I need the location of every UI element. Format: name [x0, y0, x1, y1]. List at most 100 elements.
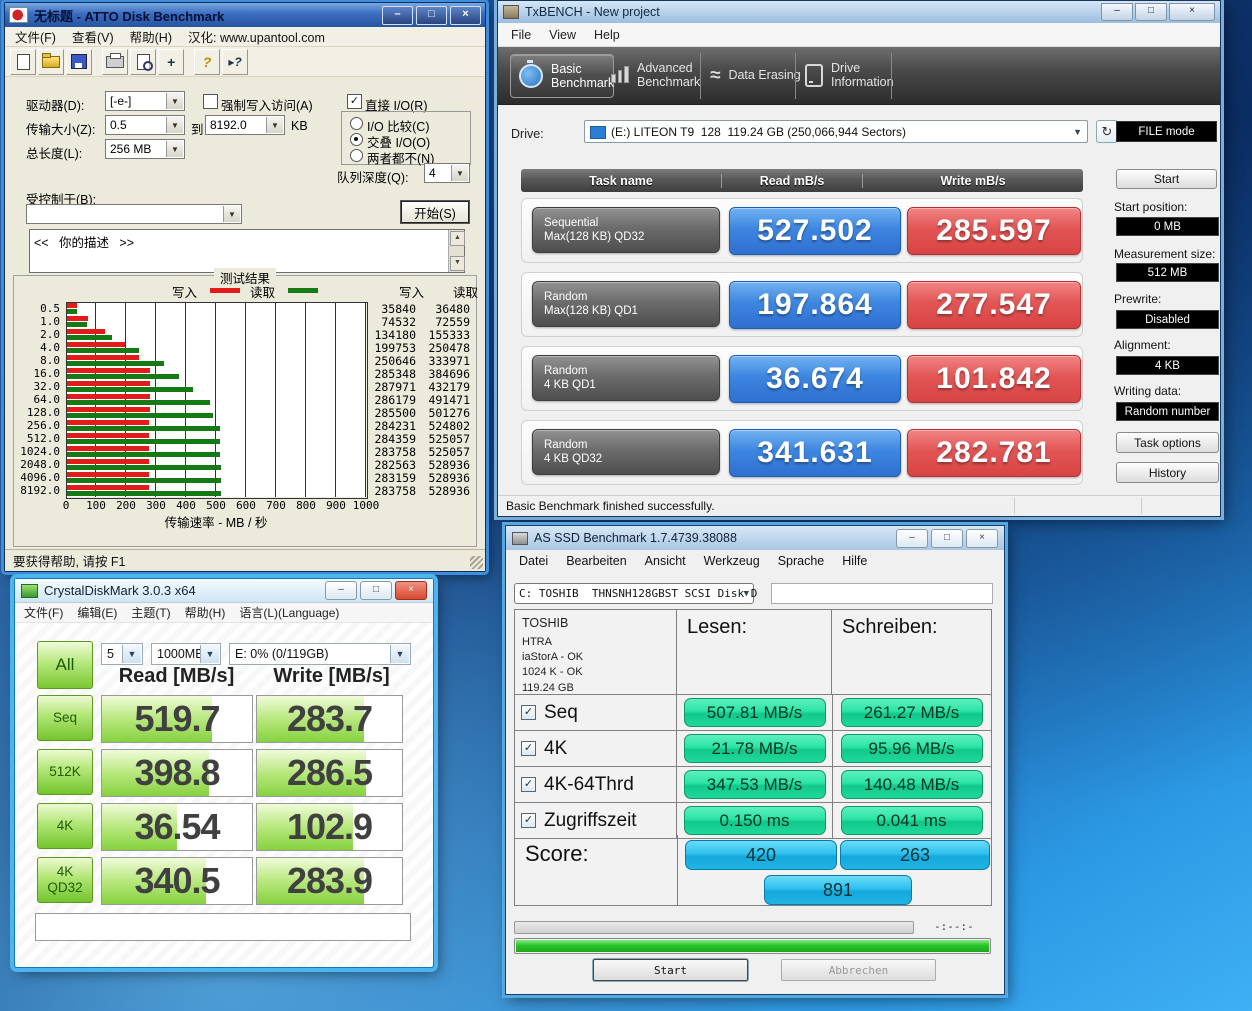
cdm-test-button[interactable]: Seq	[37, 695, 93, 741]
total-length-select[interactable]: 256 MB ▼	[105, 139, 185, 159]
dropdown-arrow-icon[interactable]: ▼	[266, 117, 283, 133]
run-count-select[interactable]: 5 ▼	[101, 643, 143, 665]
menu-werkzeug[interactable]: Werkzeug	[695, 554, 769, 568]
description-scrollbar[interactable]: ▲ ▼	[448, 230, 465, 272]
cdm-test-button[interactable]: 4K	[37, 803, 93, 849]
writing-data-box[interactable]: Random number	[1116, 402, 1219, 421]
checkbox-checked-icon[interactable]: ✓	[521, 813, 536, 828]
scroll-down-icon[interactable]: ▼	[450, 256, 465, 271]
start-button[interactable]: 开始(S)	[401, 201, 469, 223]
alignment-box[interactable]: 4 KB	[1116, 356, 1219, 375]
refresh-button[interactable]: ↻	[1096, 120, 1118, 143]
maximize-button[interactable]: □	[931, 528, 963, 548]
dropdown-arrow-icon[interactable]: ▼	[200, 645, 219, 663]
close-button[interactable]: ×	[450, 5, 481, 25]
cdm-test-button[interactable]: 512K	[37, 749, 93, 795]
menu-help[interactable]: Help	[585, 28, 629, 42]
save-button[interactable]	[66, 48, 92, 75]
dropdown-arrow-icon[interactable]: ▼	[166, 93, 183, 109]
tx-task-button[interactable]: Random 4 KB QD32	[532, 429, 720, 475]
help-button[interactable]: ?	[194, 48, 220, 75]
file-mode-box[interactable]: FILE mode	[1116, 121, 1217, 142]
queue-depth-select[interactable]: 4 ▼	[424, 163, 470, 183]
close-button[interactable]: ×	[966, 528, 998, 548]
context-help-button[interactable]: ▸?	[222, 48, 248, 75]
checkbox-checked-icon[interactable]: ✓	[521, 705, 536, 720]
dropdown-arrow-icon[interactable]: ▼	[1073, 127, 1082, 137]
as-ssd-title-bar[interactable]: AS SSD Benchmark 1.7.4739.38088 – □ ×	[506, 526, 1004, 550]
tab-data-erasing[interactable]: ≈ Data Erasing	[710, 54, 801, 96]
tx-task-button[interactable]: Random 4 KB QD1	[532, 355, 720, 401]
tx-task-button[interactable]: Random Max(128 KB) QD1	[532, 281, 720, 327]
menu-help[interactable]: 帮助(H)	[178, 604, 233, 621]
menu-hilfe[interactable]: Hilfe	[833, 554, 876, 568]
minimize-button[interactable]: –	[1101, 3, 1133, 21]
transfer-to-select[interactable]: 8192.0 ▼	[205, 115, 285, 135]
drive-select[interactable]: [-e-] ▼	[105, 91, 185, 111]
dropdown-arrow-icon[interactable]: ▼	[451, 165, 468, 181]
description-box[interactable]: << 你的描述 >>	[29, 229, 465, 273]
maximize-button[interactable]: □	[360, 581, 392, 600]
checkbox-checked-icon[interactable]: ✓	[521, 777, 536, 792]
neither-radio[interactable]	[350, 149, 363, 162]
close-button[interactable]: ×	[395, 581, 427, 600]
history-button[interactable]: History	[1116, 462, 1219, 483]
checkbox-checked-icon[interactable]: ✓	[521, 741, 536, 756]
tab-drive-information[interactable]: Drive Information	[805, 54, 894, 96]
menu-file[interactable]: File	[502, 28, 540, 42]
menu-bearbeiten[interactable]: Bearbeiten	[557, 554, 635, 568]
drive-select[interactable]: C: TOSHIB THNSNH128GBST SCSI Disk D ▼	[514, 583, 757, 604]
dropdown-arrow-icon[interactable]: ▼	[122, 645, 141, 663]
menu-view[interactable]: View	[540, 28, 585, 42]
menu-file[interactable]: 文件(F)	[7, 27, 64, 46]
open-button[interactable]	[38, 48, 64, 75]
tab-advanced-benchmark[interactable]: Advanced Benchmark	[611, 54, 700, 96]
print-preview-button[interactable]	[130, 48, 156, 75]
menu-ansicht[interactable]: Ansicht	[636, 554, 695, 568]
minimize-button[interactable]: –	[325, 581, 357, 600]
dropdown-arrow-icon[interactable]: ▼	[166, 117, 183, 133]
dropdown-arrow-icon[interactable]: ▼	[390, 645, 409, 663]
transfer-from-select[interactable]: 0.5 ▼	[105, 115, 185, 135]
maximize-button[interactable]: □	[1135, 3, 1167, 21]
task-options-button[interactable]: Task options	[1116, 432, 1219, 453]
io-compare-radio[interactable]	[350, 117, 363, 130]
overlapped-io-radio[interactable]	[350, 133, 363, 146]
secondary-textbox[interactable]	[771, 583, 993, 604]
txbench-title-bar[interactable]: TxBENCH - New project – □ ×	[498, 1, 1220, 23]
cdm-test-button[interactable]: 4K QD32	[37, 857, 93, 903]
start-button[interactable]: Start	[593, 959, 748, 981]
tx-task-button[interactable]: Sequential Max(128 KB) QD32	[532, 207, 720, 253]
menu-sprache[interactable]: Sprache	[769, 554, 834, 568]
scroll-up-icon[interactable]: ▲	[450, 231, 465, 246]
cancel-button[interactable]: Abbrechen	[781, 959, 936, 981]
menu-language[interactable]: 语言(L)(Language)	[232, 604, 346, 621]
drive-select[interactable]: (E:) LITEON T9 128 119.24 GB (250,066,94…	[584, 120, 1088, 143]
atto-title-bar[interactable]: 无标题 - ATTO Disk Benchmark – □ ×	[5, 3, 485, 27]
cdm-title-bar[interactable]: CrystalDiskMark 3.0.3 x64 – □ ×	[15, 579, 433, 603]
menu-view[interactable]: 查看(V)	[64, 27, 122, 46]
menu-datei[interactable]: Datei	[510, 554, 557, 568]
minimize-button[interactable]: –	[896, 528, 928, 548]
comment-textbox[interactable]	[35, 913, 411, 941]
menu-theme[interactable]: 主题(T)	[124, 604, 177, 621]
menu-help[interactable]: 帮助(H)	[122, 27, 180, 46]
menu-edit[interactable]: 编辑(E)	[70, 604, 124, 621]
measurement-size-box[interactable]: 512 MB	[1116, 263, 1219, 282]
close-button[interactable]: ×	[1169, 3, 1215, 21]
start-button[interactable]: Start	[1116, 169, 1217, 189]
maximize-button[interactable]: □	[416, 5, 447, 25]
controlled-by-select[interactable]: ▼	[26, 204, 242, 224]
force-write-checkbox[interactable]	[203, 94, 218, 109]
all-test-button[interactable]: All	[37, 641, 93, 689]
minimize-button[interactable]: –	[382, 5, 413, 25]
prewrite-box[interactable]: Disabled	[1116, 310, 1219, 329]
tab-basic-benchmark[interactable]: Basic Benchmark	[510, 54, 614, 98]
menu-file[interactable]: 文件(F)	[17, 604, 70, 621]
print-button[interactable]	[102, 48, 128, 75]
target-drive-select[interactable]: E: 0% (0/119GB) ▼	[229, 643, 411, 665]
resize-grip[interactable]	[470, 556, 483, 569]
test-size-select[interactable]: 1000MB ▼	[151, 643, 221, 665]
start-position-box[interactable]: 0 MB	[1116, 217, 1219, 236]
dropdown-arrow-icon[interactable]: ▼	[744, 589, 749, 599]
